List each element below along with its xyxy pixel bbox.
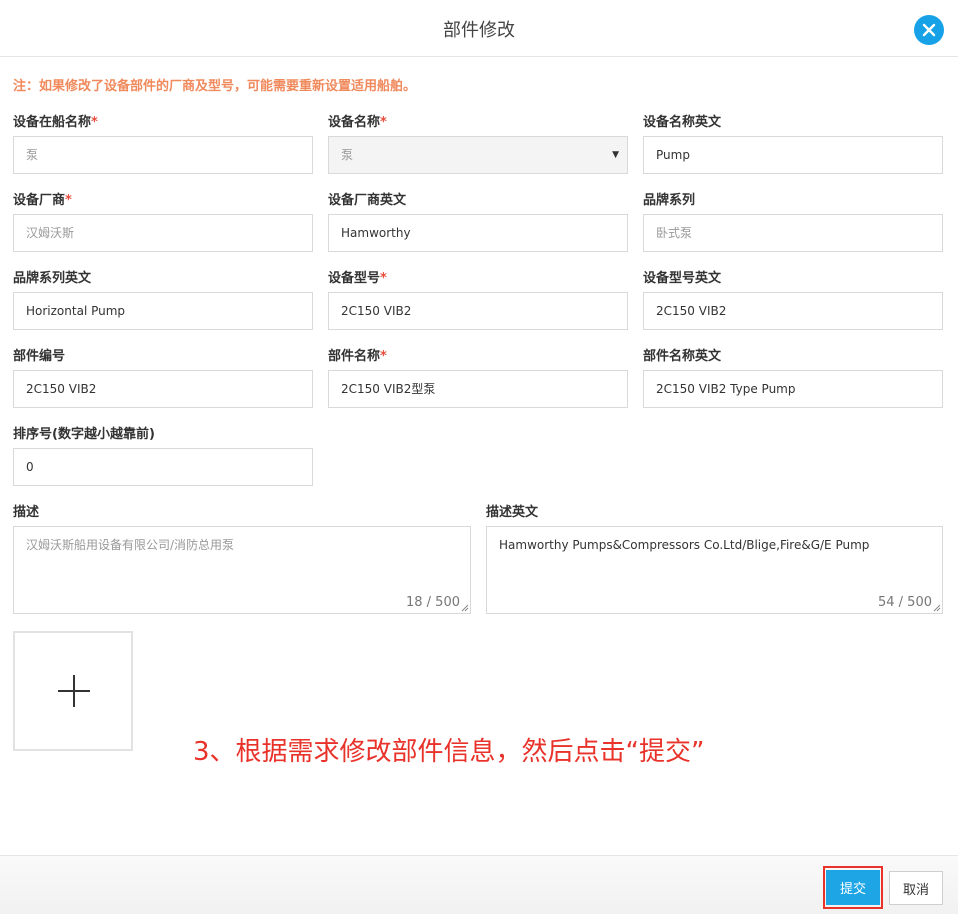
field-ship-name: 设备在船名称* 泵	[13, 114, 313, 174]
resize-grip-icon[interactable]	[461, 604, 469, 612]
field-part-name-en: 部件名称英文 2C150 VIB2 Type Pump	[643, 348, 943, 408]
field-brand: 品牌系列 卧式泵	[643, 192, 943, 252]
field-brand-en: 品牌系列英文 Horizontal Pump	[13, 270, 313, 330]
desc-en-textarea[interactable]: Hamworthy Pumps&Compressors Co.Ltd/Blige…	[486, 526, 943, 614]
char-counter: 18 / 500	[406, 595, 460, 610]
field-label: 设备厂商英文	[328, 193, 407, 208]
field-part-name: 部件名称* 2C150 VIB2型泵	[328, 348, 628, 408]
field-label: 部件名称英文	[643, 349, 722, 364]
field-equip-name: 设备名称* 泵 ▼	[328, 114, 628, 174]
equip-name-select[interactable]: 泵 ▼	[328, 136, 628, 174]
field-equip-name-en: 设备名称英文 Pump	[643, 114, 943, 174]
maker-input[interactable]: 汉姆沃斯	[13, 214, 313, 252]
close-button[interactable]	[914, 15, 944, 45]
brand-input[interactable]: 卧式泵	[643, 214, 943, 252]
field-label: 设备厂商	[13, 193, 66, 208]
warning-note: 注：如果修改了设备部件的厂商及型号，可能需要重新设置适用船舶。	[13, 79, 417, 94]
field-label: 描述英文	[486, 505, 539, 520]
submit-button[interactable]: 提交	[826, 870, 880, 905]
part-no-input[interactable]: 2C150 VIB2	[13, 370, 313, 408]
field-label: 品牌系列	[643, 193, 696, 208]
field-maker-en: 设备厂商英文 Hamworthy	[328, 192, 628, 252]
required-mark: *	[380, 349, 387, 364]
maker-en-input[interactable]: Hamworthy	[328, 214, 628, 252]
field-model-en: 设备型号英文 2C150 VIB2	[643, 270, 943, 330]
desc-en-text: Hamworthy Pumps&Compressors Co.Ltd/Blige…	[499, 538, 870, 552]
field-label: 部件编号	[13, 349, 66, 364]
model-en-input[interactable]: 2C150 VIB2	[643, 292, 943, 330]
field-maker: 设备厂商* 汉姆沃斯	[13, 192, 313, 252]
sort-input[interactable]: 0	[13, 448, 313, 486]
model-input[interactable]: 2C150 VIB2	[328, 292, 628, 330]
ship-name-input[interactable]: 泵	[13, 136, 313, 174]
part-name-en-input[interactable]: 2C150 VIB2 Type Pump	[643, 370, 943, 408]
field-part-no: 部件编号 2C150 VIB2	[13, 348, 313, 408]
required-mark: *	[91, 115, 98, 130]
close-icon	[922, 23, 936, 37]
field-label: 设备名称	[328, 115, 381, 130]
resize-grip-icon[interactable]	[933, 604, 941, 612]
field-label: 部件名称	[328, 349, 381, 364]
field-label: 设备名称英文	[643, 115, 722, 130]
select-value: 泵	[341, 148, 354, 162]
dialog-footer	[0, 855, 958, 914]
required-mark: *	[380, 115, 387, 130]
field-desc: 描述 汉姆沃斯船用设备有限公司/消防总用泵 18 / 500	[13, 504, 471, 614]
field-label: 设备在船名称	[13, 115, 92, 130]
required-mark: *	[380, 271, 387, 286]
required-mark: *	[65, 193, 72, 208]
field-desc-en: 描述英文 Hamworthy Pumps&Compressors Co.Ltd/…	[486, 504, 943, 614]
dropdown-arrow-icon: ▼	[612, 150, 619, 160]
field-model: 设备型号* 2C150 VIB2	[328, 270, 628, 330]
equip-name-en-input[interactable]: Pump	[643, 136, 943, 174]
field-label: 排序号(数字越小越靠前)	[13, 427, 155, 442]
field-label: 描述	[13, 505, 40, 520]
field-label: 品牌系列英文	[13, 271, 92, 286]
dialog-title: 部件修改	[443, 20, 515, 41]
desc-text: 汉姆沃斯船用设备有限公司/消防总用泵	[26, 538, 235, 552]
image-upload-button[interactable]	[13, 631, 133, 751]
cancel-button[interactable]: 取消	[889, 871, 943, 905]
field-label: 设备型号英文	[643, 271, 722, 286]
dialog-header: 部件修改	[0, 0, 958, 57]
brand-en-input[interactable]: Horizontal Pump	[13, 292, 313, 330]
char-counter: 54 / 500	[878, 595, 932, 610]
field-label: 设备型号	[328, 271, 381, 286]
desc-textarea[interactable]: 汉姆沃斯船用设备有限公司/消防总用泵 18 / 500	[13, 526, 471, 614]
part-name-input[interactable]: 2C150 VIB2型泵	[328, 370, 628, 408]
instruction-annotation: 3、根据需求修改部件信息，然后点击“提交”	[193, 737, 705, 767]
field-sort: 排序号(数字越小越靠前) 0	[13, 426, 313, 486]
